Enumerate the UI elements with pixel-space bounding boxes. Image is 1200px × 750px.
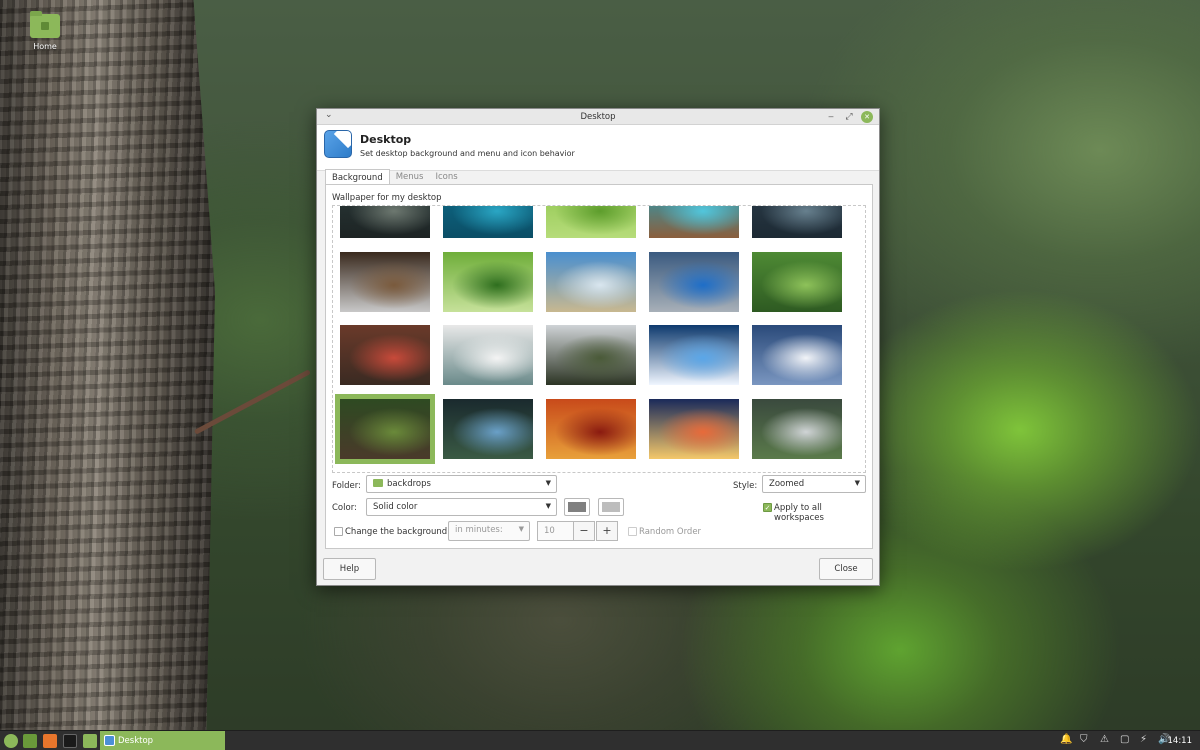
files-icon[interactable] <box>83 734 97 748</box>
wallpaper-thumbnail-turquoise-water[interactable] <box>443 206 533 238</box>
minimize-button[interactable]: ‒ <box>825 111 837 123</box>
wallpaper-thumbnail-green-hills[interactable] <box>752 252 842 312</box>
firefox-icon[interactable] <box>43 734 57 748</box>
color-mode-select[interactable]: Solid color ▼ <box>366 498 557 516</box>
tab-menus[interactable]: Menus <box>390 169 430 185</box>
desktop-wallpaper-tree <box>0 0 215 730</box>
chevron-down-icon: ▼ <box>545 479 551 487</box>
notifications-icon[interactable]: 🔔 <box>1060 734 1072 745</box>
chevron-down-icon: ▼ <box>545 502 551 510</box>
wallpaper-thumbnail-snowy-mountain[interactable] <box>752 325 842 385</box>
show-desktop-icon[interactable] <box>23 734 37 748</box>
desktop-settings-icon <box>324 130 352 158</box>
wallpaper-thumbnail-terraced-hills-clouds[interactable] <box>546 325 636 385</box>
folder-select[interactable]: backdrops ▼ <box>366 475 557 493</box>
wallpaper-thumbnail-sunset-clouds[interactable] <box>649 399 739 459</box>
wallpaper-thumbnail-aerial-coastline[interactable] <box>649 206 739 238</box>
header-subtitle: Set desktop background and menu and icon… <box>360 149 575 158</box>
window-title: Desktop <box>580 112 616 122</box>
close-button[interactable]: Close <box>819 558 873 580</box>
chevron-down-icon: ▼ <box>854 479 860 487</box>
wallpaper-thumbnail-mountain-lake-evening[interactable] <box>340 206 430 238</box>
wallpaper-label: Wallpaper for my desktop <box>332 193 442 203</box>
wallpaper-thumbnail-palm-leaf[interactable] <box>443 252 533 312</box>
interval-unit-select[interactable]: in minutes: ▼ <box>448 521 530 541</box>
secondary-color-swatch <box>602 502 620 512</box>
desktop-icon-home[interactable]: Home <box>22 11 68 51</box>
taskbar-window-label: Desktop <box>118 736 154 746</box>
desktop-settings-small-icon <box>104 735 115 746</box>
window-list-icon[interactable]: ▢ <box>1120 734 1129 745</box>
home-folder-icon <box>30 11 60 38</box>
wallpaper-thumbnail-misty-green-mountains[interactable] <box>752 399 842 459</box>
random-order-checkbox[interactable] <box>628 527 637 536</box>
chevron-down-icon: ▼ <box>518 525 524 533</box>
header-title: Desktop <box>360 133 412 146</box>
primary-color-button[interactable] <box>564 498 590 516</box>
tab-background[interactable]: Background <box>325 169 390 185</box>
wallpaper-thumbnail-statue-of-liberty-fog[interactable] <box>443 325 533 385</box>
style-select[interactable]: Zoomed ▼ <box>762 475 866 493</box>
tab-icons[interactable]: Icons <box>430 169 464 185</box>
desktop-settings-window: ⌄ Desktop ‒ ⤢ ✕ Desktop Set desktop back… <box>316 108 880 586</box>
tab-bar: Background Menus Icons <box>325 169 464 185</box>
wallpaper-thumbnail-blue-railing[interactable] <box>649 252 739 312</box>
menu-icon[interactable] <box>4 734 18 748</box>
power-icon[interactable]: ⚡ <box>1140 734 1147 745</box>
clock[interactable]: 14:11 <box>1168 736 1193 746</box>
shield-icon[interactable]: ⛉ <box>1080 734 1088 745</box>
folder-value: backdrops <box>387 479 431 489</box>
folder-icon <box>373 479 383 487</box>
taskbar: Desktop 🔔 ⛉ ⚠ ▢ ⚡ 🔊 14:11 <box>0 730 1200 750</box>
wallpaper-thumbnail-ocean-sunburst[interactable] <box>649 325 739 385</box>
window-header: Desktop Set desktop background and menu … <box>317 125 879 171</box>
desktop-icon-label: Home <box>33 42 57 51</box>
help-button[interactable]: Help <box>323 558 376 580</box>
taskbar-window-desktop[interactable]: Desktop <box>100 731 225 750</box>
apply-all-label: Apply to all workspaces <box>774 503 824 523</box>
increment-button[interactable]: + <box>596 521 618 541</box>
warning-icon[interactable]: ⚠ <box>1100 734 1109 745</box>
close-window-button[interactable]: ✕ <box>861 111 873 123</box>
style-label: Style: <box>733 481 758 491</box>
change-background-label: Change the background <box>345 527 448 537</box>
secondary-color-button[interactable] <box>598 498 624 516</box>
folder-label: Folder: <box>332 481 361 491</box>
terminal-icon[interactable] <box>63 734 77 748</box>
apply-all-checkbox[interactable]: ✓ <box>763 503 772 512</box>
wallpaper-thumbnail-green-grass[interactable] <box>546 206 636 238</box>
wallpaper-gallery[interactable] <box>332 205 866 473</box>
change-background-checkbox[interactable] <box>334 527 343 536</box>
wallpaper-thumbnail-tree-trunk-forest[interactable] <box>334 393 436 465</box>
random-order-label: Random Order <box>639 527 702 537</box>
wallpaper-thumbnail-toy-soldier-figure[interactable] <box>340 325 430 385</box>
color-label: Color: <box>332 503 357 513</box>
wallpaper-thumbnail-lake-forest-sky[interactable] <box>443 399 533 459</box>
style-value: Zoomed <box>769 479 805 489</box>
wallpaper-thumbnail-autumn-red-leaves[interactable] <box>546 399 636 459</box>
decrement-button[interactable]: − <box>573 521 595 541</box>
wallpaper-thumbnail-dry-grass-sky[interactable] <box>546 252 636 312</box>
background-panel: Wallpaper for my desktop Folder: backdro… <box>325 184 873 549</box>
interval-unit-value: in minutes: <box>455 525 503 535</box>
interval-input[interactable]: 10 <box>537 521 574 541</box>
maximize-button[interactable]: ⤢ <box>843 111 855 123</box>
wallpaper-thumbnail-coffee-beans-roaster[interactable] <box>340 252 430 312</box>
window-titlebar[interactable]: ⌄ Desktop ‒ ⤢ ✕ <box>317 109 879 125</box>
color-mode-value: Solid color <box>373 502 418 512</box>
wallpaper-thumbnail-pier-posts-water[interactable] <box>752 206 842 238</box>
primary-color-swatch <box>568 502 586 512</box>
